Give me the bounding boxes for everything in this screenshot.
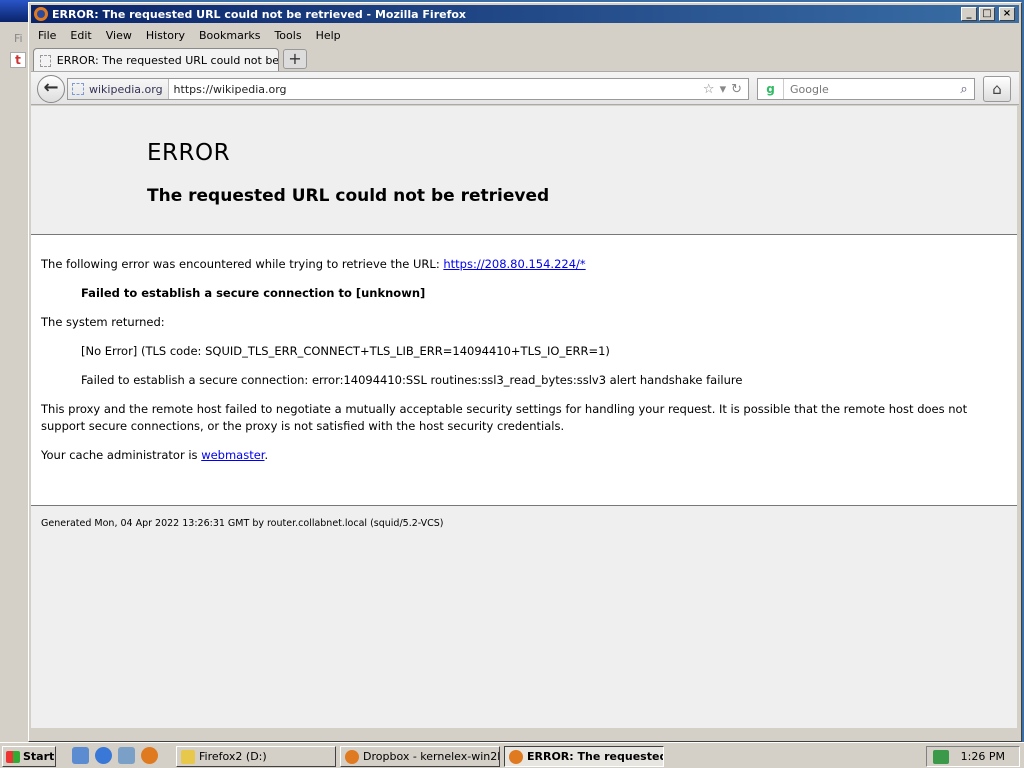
background-window: Fi t <box>0 0 30 744</box>
menu-bar: File Edit View History Bookmarks Tools H… <box>31 25 348 45</box>
webmaster-link[interactable]: webmaster <box>201 448 264 462</box>
firefox-window: ERROR: The requested URL could not be re… <box>28 2 1022 742</box>
menu-tools[interactable]: Tools <box>267 29 308 42</box>
tls-code: [No Error] (TLS code: SQUID_TLS_ERR_CONN… <box>81 344 610 358</box>
task-label: Dropbox - kernelex-win2k... <box>363 750 500 763</box>
history-dropdown-icon[interactable]: ▾ <box>720 82 727 97</box>
failure-text: Failed to establish a secure connection … <box>81 286 426 300</box>
firefox-icon <box>34 7 48 21</box>
intro-text: The following error was encountered whil… <box>41 257 440 271</box>
ssl-error: Failed to establish a secure connection:… <box>81 373 743 387</box>
home-button[interactable]: ⌂ <box>983 76 1011 102</box>
menu-history[interactable]: History <box>139 29 192 42</box>
task-label: Firefox2 (D:) <box>199 750 267 763</box>
tab-strip: ERROR: The requested URL could not be re… <box>31 45 1019 72</box>
tab-label: ERROR: The requested URL could not be re… <box>56 54 278 67</box>
site-identity-icon <box>72 83 84 95</box>
firefox-icon <box>509 749 523 764</box>
start-label: Start <box>23 750 55 763</box>
error-body: The following error was encountered whil… <box>41 256 1001 476</box>
background-window-text: Fi <box>14 32 23 45</box>
navigation-toolbar: ← wikipedia.org https://wikipedia.org ☆ … <box>31 71 1019 105</box>
page-content: ERROR The requested URL could not be ret… <box>31 106 1017 728</box>
home-icon: ⌂ <box>992 80 1002 98</box>
search-box[interactable]: g Google ⌕ <box>757 78 975 100</box>
bookmark-star-icon[interactable]: ☆ <box>703 82 715 97</box>
footer-text: Generated Mon, 04 Apr 2022 13:26:31 GMT … <box>41 518 444 529</box>
search-icon[interactable]: ⌕ <box>954 82 974 97</box>
clock[interactable]: 1:26 PM <box>961 750 1005 763</box>
task-dropbox[interactable]: Dropbox - kernelex-win2k... <box>340 746 500 767</box>
admin-suffix: . <box>264 448 269 462</box>
show-desktop-icon[interactable] <box>72 747 89 764</box>
error-title: ERROR <box>147 140 231 166</box>
title-bar[interactable]: ERROR: The requested URL could not be re… <box>31 5 1019 23</box>
error-intro: The following error was encountered whil… <box>41 256 1001 273</box>
admin-line: Your cache administrator is webmaster. <box>41 447 1001 464</box>
site-identity-button[interactable]: wikipedia.org <box>68 79 169 99</box>
internet-explorer-icon[interactable] <box>95 747 112 764</box>
task-firefox2-drive[interactable]: Firefox2 (D:) <box>176 746 336 767</box>
window-title: ERROR: The requested URL could not be re… <box>52 7 467 21</box>
close-button[interactable]: × <box>999 7 1015 21</box>
back-arrow-icon: ← <box>43 77 59 98</box>
task-label: ERROR: The requested... <box>527 750 663 763</box>
back-button[interactable]: ← <box>37 75 65 103</box>
tab-error[interactable]: ERROR: The requested URL could not be re… <box>33 48 279 72</box>
maximize-button[interactable]: □ <box>979 7 995 21</box>
google-engine-icon[interactable]: g <box>758 79 784 99</box>
site-identity-label: wikipedia.org <box>89 82 163 96</box>
network-icon[interactable] <box>118 747 135 764</box>
status-bar <box>31 729 1019 741</box>
reload-icon[interactable]: ↻ <box>731 82 742 97</box>
background-app-icon: t <box>10 52 26 68</box>
requested-url-link[interactable]: https://208.80.154.224/* <box>443 257 585 271</box>
new-tab-button[interactable]: + <box>283 49 307 69</box>
url-input[interactable]: https://wikipedia.org <box>169 83 703 96</box>
start-button[interactable]: Start <box>2 746 56 767</box>
url-bar[interactable]: wikipedia.org https://wikipedia.org ☆ ▾ … <box>67 78 749 100</box>
background-window-titlebar <box>0 0 30 22</box>
page-footer: Generated Mon, 04 Apr 2022 13:26:31 GMT … <box>31 505 1017 728</box>
explanation-text: This proxy and the remote host failed to… <box>41 402 968 433</box>
search-input[interactable]: Google <box>784 83 954 96</box>
failure-message: Failed to establish a secure connection … <box>41 285 1001 302</box>
menu-bookmarks[interactable]: Bookmarks <box>192 29 267 42</box>
menu-edit[interactable]: Edit <box>63 29 98 42</box>
system-tray: 1:26 PM <box>926 746 1020 767</box>
blank-page-icon <box>40 54 51 67</box>
quick-launch <box>72 747 158 764</box>
firefox-icon <box>345 749 359 764</box>
task-error-page[interactable]: ERROR: The requested... <box>504 746 664 767</box>
menu-view[interactable]: View <box>99 29 139 42</box>
error-header: ERROR The requested URL could not be ret… <box>31 106 1017 235</box>
menu-file[interactable]: File <box>31 29 63 42</box>
network-tray-icon[interactable] <box>933 749 949 764</box>
folder-icon <box>181 749 195 764</box>
minimize-button[interactable]: _ <box>961 7 977 21</box>
firefox-quicklaunch-icon[interactable] <box>141 747 158 764</box>
menu-help[interactable]: Help <box>309 29 348 42</box>
system-returned-label: The system returned: <box>41 315 165 329</box>
windows-logo-icon <box>6 750 20 763</box>
error-subtitle: The requested URL could not be retrieved <box>147 186 550 206</box>
admin-prefix: Your cache administrator is <box>41 448 198 462</box>
taskbar: Start Firefox2 (D:) Dropbox - kernelex-w… <box>0 742 1024 768</box>
